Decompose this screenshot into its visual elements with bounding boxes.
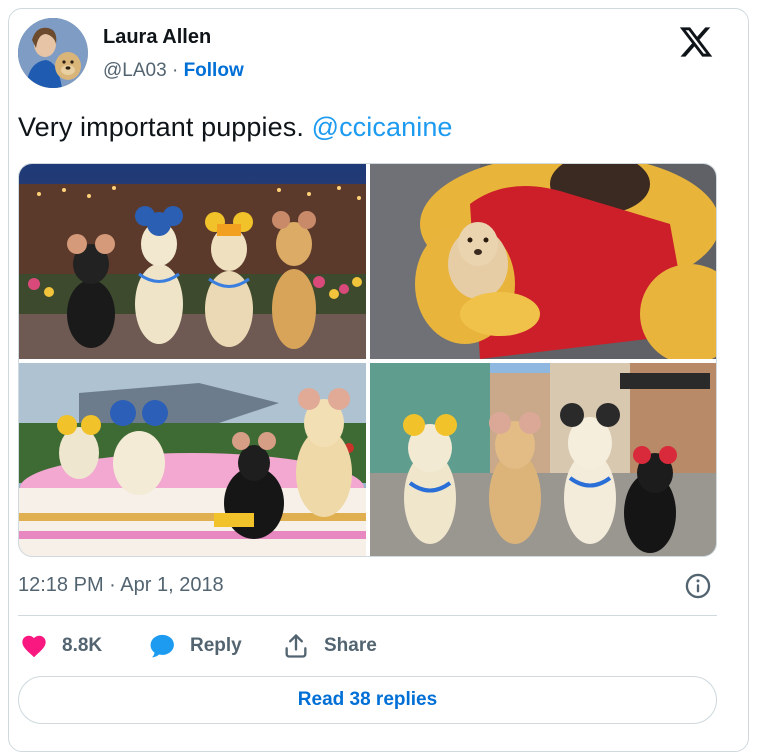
- author-avatar[interactable]: [18, 18, 88, 88]
- author-handle[interactable]: @LA03: [103, 60, 167, 81]
- like-button[interactable]: 8.8K: [20, 630, 102, 662]
- heart-icon: [22, 635, 46, 658]
- handle-separator: ·: [171, 60, 179, 81]
- share-label: Share: [324, 635, 377, 656]
- tweet-timestamp[interactable]: 12:18 PM · Apr 1, 2018: [18, 574, 224, 597]
- info-icon[interactable]: [684, 572, 712, 600]
- reply-label: Reply: [190, 635, 242, 656]
- photo-puppy-with-winnie-the-pooh[interactable]: [370, 164, 716, 359]
- author-name[interactable]: Laura Allen: [103, 26, 211, 49]
- tweet-body: Very important puppies.: [18, 112, 304, 142]
- tweet-text: Very important puppies. @ccicanine: [18, 112, 453, 143]
- x-logo-icon[interactable]: [678, 24, 714, 60]
- media-grid: [18, 163, 717, 557]
- reply-bubble-icon: [150, 634, 174, 658]
- share-button[interactable]: Share: [282, 630, 377, 662]
- reply-button[interactable]: Reply: [148, 630, 242, 662]
- photo-dogs-main-street-night[interactable]: [19, 164, 366, 359]
- read-replies-button[interactable]: Read 38 replies: [18, 676, 717, 724]
- divider: [18, 615, 717, 616]
- photo-dogs-in-teacup-ride[interactable]: [19, 363, 366, 556]
- share-icon: [285, 634, 307, 658]
- like-count: 8.8K: [62, 635, 103, 656]
- follow-button[interactable]: Follow: [184, 60, 244, 81]
- author-handle-row: @LA03 · Follow: [103, 60, 244, 82]
- mention-link[interactable]: @ccicanine: [312, 112, 453, 142]
- photo-dogs-on-street-with-ears[interactable]: [370, 363, 716, 556]
